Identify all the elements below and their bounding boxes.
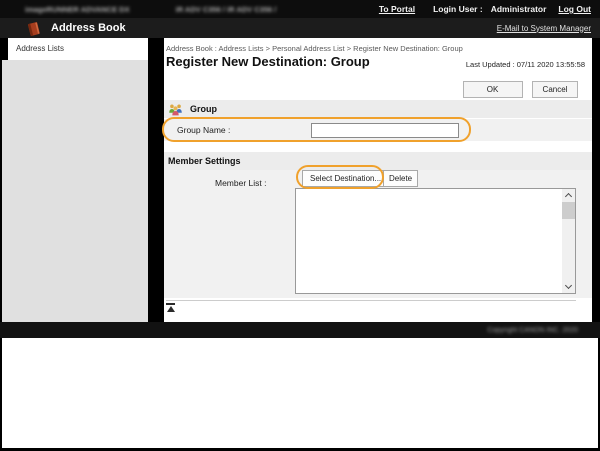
scrollbar-thumb[interactable] [562, 202, 575, 219]
form-actions: OK Cancel [463, 79, 578, 98]
empty-page-area [2, 338, 598, 448]
breadcrumb: Address Book : Address Lists > Personal … [166, 44, 463, 53]
group-people-icon [168, 102, 183, 117]
main-content-panel: Address Book : Address Lists > Personal … [164, 38, 592, 322]
group-section-header: Group [164, 100, 592, 118]
system-bar: imageRUNNER ADVANCE DX iR ADV C356 / iR … [0, 0, 600, 18]
group-section-title: Group [190, 104, 217, 114]
remote-ui-window: imageRUNNER ADVANCE DX iR ADV C356 / iR … [0, 0, 600, 451]
email-to-system-manager-link[interactable]: E-Mail to System Manager [497, 24, 591, 33]
chevron-up-icon[interactable] [562, 189, 575, 202]
member-settings-title: Member Settings [168, 156, 241, 166]
group-name-label: Group Name : [177, 125, 230, 135]
member-settings-body: Member List : Select Destination... Dele… [164, 170, 592, 298]
login-user-name: Administrator [491, 4, 547, 14]
member-list-box[interactable] [295, 188, 576, 294]
logout-link[interactable]: Log Out [558, 4, 591, 14]
device-name-text: iR ADV C356 / iR ADV C356 / [176, 5, 277, 14]
chevron-down-icon[interactable] [562, 280, 575, 293]
device-model-text: imageRUNNER ADVANCE DX [25, 5, 130, 14]
app-bar: Address Book E-Mail to System Manager [0, 18, 600, 38]
footer-bar: Copyright CANON INC. 2020 [0, 322, 600, 338]
content-bottom-divider [166, 300, 576, 301]
select-destination-button[interactable]: Select Destination... [302, 170, 389, 187]
ok-button[interactable]: OK [463, 81, 523, 98]
sidebar: Address Lists [2, 38, 148, 322]
sidebar-item-address-lists[interactable]: Address Lists [8, 38, 148, 60]
app-title: Address Book [51, 22, 126, 34]
back-to-top-button[interactable] [166, 303, 177, 313]
last-updated-text: Last Updated : 07/11 2020 13:55:58 [466, 60, 585, 69]
member-list-label: Member List : [215, 178, 267, 188]
address-book-icon [25, 20, 43, 37]
login-user-label: Login User : [433, 4, 483, 14]
device-info: imageRUNNER ADVANCE DX iR ADV C356 / iR … [0, 5, 276, 14]
member-settings-header: Member Settings [164, 152, 592, 170]
session-links: To Portal Login User : Administrator Log… [379, 4, 600, 14]
group-name-input[interactable] [311, 123, 459, 138]
delete-button[interactable]: Delete [383, 170, 418, 187]
sidebar-background [2, 60, 148, 322]
copyright-text: Copyright CANON INC. 2020 [487, 327, 578, 334]
group-name-row: Group Name : [164, 119, 592, 141]
cancel-button[interactable]: Cancel [532, 81, 578, 98]
body-region: Address Lists Address Book : Address Lis… [0, 38, 600, 322]
to-portal-link[interactable]: To Portal [379, 4, 415, 14]
page-title: Register New Destination: Group [166, 54, 370, 69]
member-list-scrollbar[interactable] [562, 189, 575, 293]
